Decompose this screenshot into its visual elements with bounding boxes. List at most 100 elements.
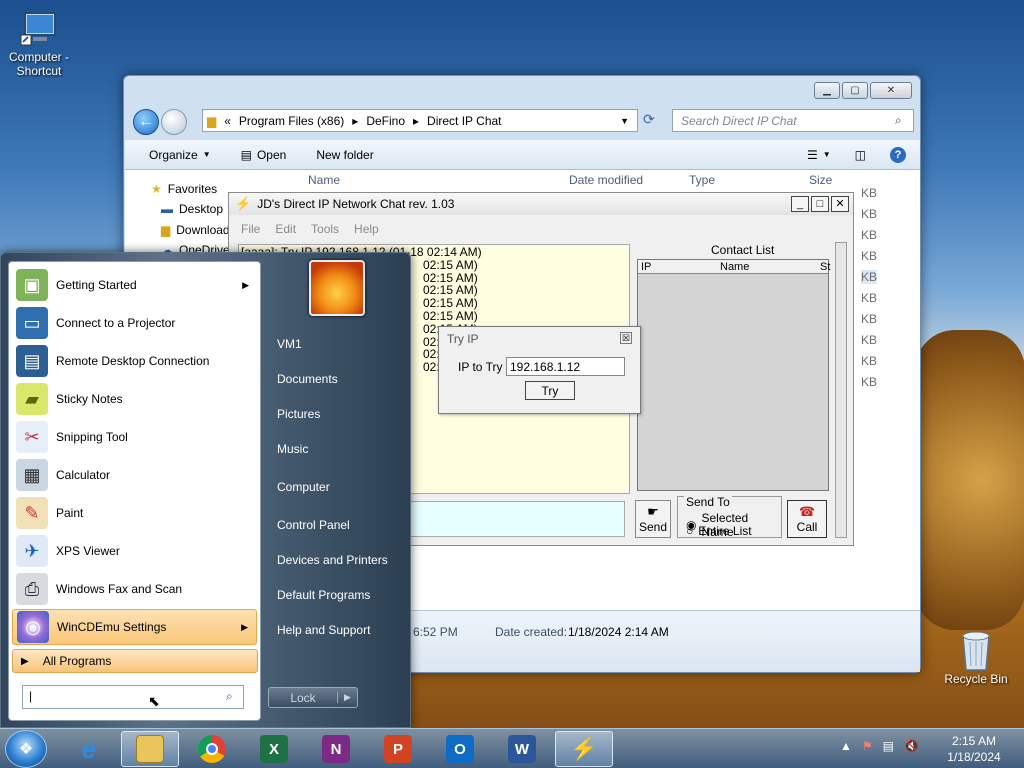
try-button[interactable]: Try — [525, 381, 575, 400]
call-button[interactable]: ☎ Call — [787, 500, 827, 538]
breadcrumb-overflow[interactable]: « — [224, 114, 231, 128]
paint-icon: ✎ — [16, 497, 48, 529]
start-right-help-support[interactable]: Help and Support — [277, 623, 370, 637]
maximize-button[interactable]: ▢ — [842, 82, 868, 99]
volume-muted-icon[interactable]: 🔇 — [904, 739, 919, 753]
maximize-button[interactable]: □ — [811, 196, 829, 212]
try-ip-close-button[interactable]: ☒ — [620, 332, 632, 344]
all-programs-button[interactable]: ▶ All Programs — [12, 649, 258, 673]
nav-favorites[interactable]: ★ Favorites — [151, 182, 217, 196]
contact-col-name[interactable]: Name — [720, 261, 749, 273]
contact-col-status[interactable]: St — [820, 261, 830, 273]
start-right-documents[interactable]: Documents — [277, 372, 338, 386]
menu-help[interactable]: Help — [354, 222, 379, 236]
address-dropdown-icon[interactable]: ▼ — [620, 116, 629, 126]
nav-desktop[interactable]: ▬ Desktop — [161, 202, 223, 216]
user-picture[interactable] — [309, 260, 365, 316]
network-icon[interactable]: ▤ — [883, 739, 894, 753]
chat-title-bar[interactable]: ⚡ JD's Direct IP Network Chat rev. 1.03 — [229, 193, 853, 215]
taskbar-file-explorer[interactable] — [121, 731, 179, 767]
start-right-default-programs[interactable]: Default Programs — [277, 588, 370, 602]
column-date-modified[interactable]: Date modified — [569, 170, 643, 190]
breadcrumb-defino[interactable]: DeFino — [366, 114, 405, 128]
clock[interactable]: 2:15 AM 1/18/2024 — [944, 733, 1004, 765]
breadcrumb-direct-ip-chat[interactable]: Direct IP Chat — [427, 114, 501, 128]
program-paint[interactable]: ✎ Paint — [12, 495, 257, 531]
close-button[interactable]: ✕ — [870, 82, 912, 99]
minimize-button[interactable]: _ — [791, 196, 809, 212]
file-size: KB — [861, 249, 878, 263]
forward-button[interactable] — [161, 109, 187, 135]
start-search-input[interactable]: | — [22, 685, 244, 709]
ip-to-try-input[interactable]: 192.168.1.12 — [506, 357, 625, 376]
start-button[interactable]: ❖ — [5, 730, 47, 768]
date-created-value: 1/18/2024 2:14 AM — [568, 625, 669, 639]
taskbar-outlook[interactable]: O — [431, 731, 489, 767]
view-options-button[interactable]: ☰ ▼ — [807, 148, 831, 162]
start-right-control-panel[interactable]: Control Panel — [277, 518, 350, 532]
taskbar-internet-explorer[interactable]: e — [60, 731, 118, 767]
program-xps-viewer[interactable]: ✈ XPS Viewer — [12, 533, 257, 569]
contact-col-ip[interactable]: IP — [641, 261, 651, 273]
program-sticky-notes[interactable]: ▰ Sticky Notes — [12, 381, 257, 417]
refresh-icon[interactable]: ⟳ — [643, 111, 655, 128]
start-menu: ▣ Getting Started ▶ ▭ Connect to a Projec… — [0, 252, 411, 728]
start-right-devices-printers[interactable]: Devices and Printers — [277, 553, 388, 567]
try-ip-dialog[interactable]: Try IP ☒ IP to Try 192.168.1.12 Try — [438, 326, 641, 414]
column-name[interactable]: Name — [308, 170, 340, 190]
lock-button[interactable]: Lock ▶ — [268, 687, 358, 708]
recycle-bin[interactable]: Recycle Bin — [940, 630, 1012, 686]
back-button[interactable]: ← — [133, 109, 159, 135]
column-size[interactable]: Size — [809, 170, 832, 190]
taskbar-powerpoint[interactable]: P — [369, 731, 427, 767]
organize-button[interactable]: Organize ▼ — [149, 148, 211, 162]
new-folder-button[interactable]: New folder — [316, 148, 373, 162]
lock-options-arrow-icon[interactable]: ▶ — [337, 692, 357, 703]
contact-list[interactable]: IP Name St — [637, 259, 830, 491]
menu-file[interactable]: File — [241, 222, 260, 236]
program-getting-started[interactable]: ▣ Getting Started ▶ — [12, 267, 257, 303]
taskbar-onenote[interactable]: N — [307, 731, 365, 767]
column-type[interactable]: Type — [689, 170, 715, 190]
outlook-icon: O — [446, 735, 474, 763]
search-icon: ⌕ — [226, 689, 233, 703]
wallpaper-haybale — [915, 330, 1024, 630]
start-right-pictures[interactable]: Pictures — [277, 407, 320, 421]
program-calculator[interactable]: ▦ Calculator — [12, 457, 257, 493]
breadcrumb-separator-icon: ▸ — [352, 113, 359, 128]
address-bar[interactable]: ▆ « Program Files (x86) ▸ DeFino ▸ Direct … — [202, 109, 638, 132]
send-button[interactable]: ☛ Send — [635, 500, 671, 538]
menu-edit[interactable]: Edit — [275, 222, 296, 236]
program-fax-scan[interactable]: ⎙ Windows Fax and Scan — [12, 571, 257, 607]
taskbar-chrome[interactable] — [183, 731, 241, 767]
minimize-button[interactable]: ▁ — [814, 82, 840, 99]
open-button[interactable]: ▤ Open — [241, 148, 287, 162]
downloads-icon: ▆ — [161, 223, 171, 237]
program-remote-desktop[interactable]: ▤ Remote Desktop Connection — [12, 343, 257, 379]
search-input[interactable]: Search Direct IP Chat — [672, 109, 914, 132]
start-right-vm1[interactable]: VM1 — [277, 337, 302, 351]
taskbar-excel[interactable]: X — [245, 731, 303, 767]
program-snipping-tool[interactable]: ✂ Snipping Tool — [12, 419, 257, 455]
program-connect-projector[interactable]: ▭ Connect to a Projector — [12, 305, 257, 341]
scrollbar[interactable] — [835, 242, 847, 538]
nav-downloads[interactable]: ▆ Downloads — [161, 223, 236, 237]
taskbar-direct-ip-chat[interactable]: ⚡ — [555, 731, 613, 767]
taskbar-word[interactable]: W — [493, 731, 551, 767]
help-button[interactable]: ? — [890, 146, 906, 163]
snipping-tool-icon: ✂ — [16, 421, 48, 453]
computer-shortcut[interactable]: Computer - Shortcut — [3, 8, 75, 78]
clock-date: 1/18/2024 — [947, 750, 1001, 764]
direct-ip-chat-icon: ⚡ — [570, 736, 598, 761]
action-center-flag-icon[interactable]: ⚑ — [862, 739, 873, 753]
preview-pane-button[interactable]: ◫ — [855, 148, 866, 162]
file-size: KB — [861, 354, 878, 368]
menu-tools[interactable]: Tools — [311, 222, 339, 236]
show-hidden-icons-icon[interactable]: ▲ — [840, 739, 852, 753]
radio-entire-list[interactable]: ○ Entire List — [686, 524, 752, 538]
breadcrumb-program-files[interactable]: Program Files (x86) — [239, 114, 344, 128]
start-right-computer[interactable]: Computer — [277, 480, 330, 494]
close-button[interactable]: ✕ — [831, 196, 849, 212]
program-wincdemu-settings[interactable]: ◎ WinCDEmu Settings ▶ — [12, 609, 257, 645]
start-right-music[interactable]: Music — [277, 442, 308, 456]
